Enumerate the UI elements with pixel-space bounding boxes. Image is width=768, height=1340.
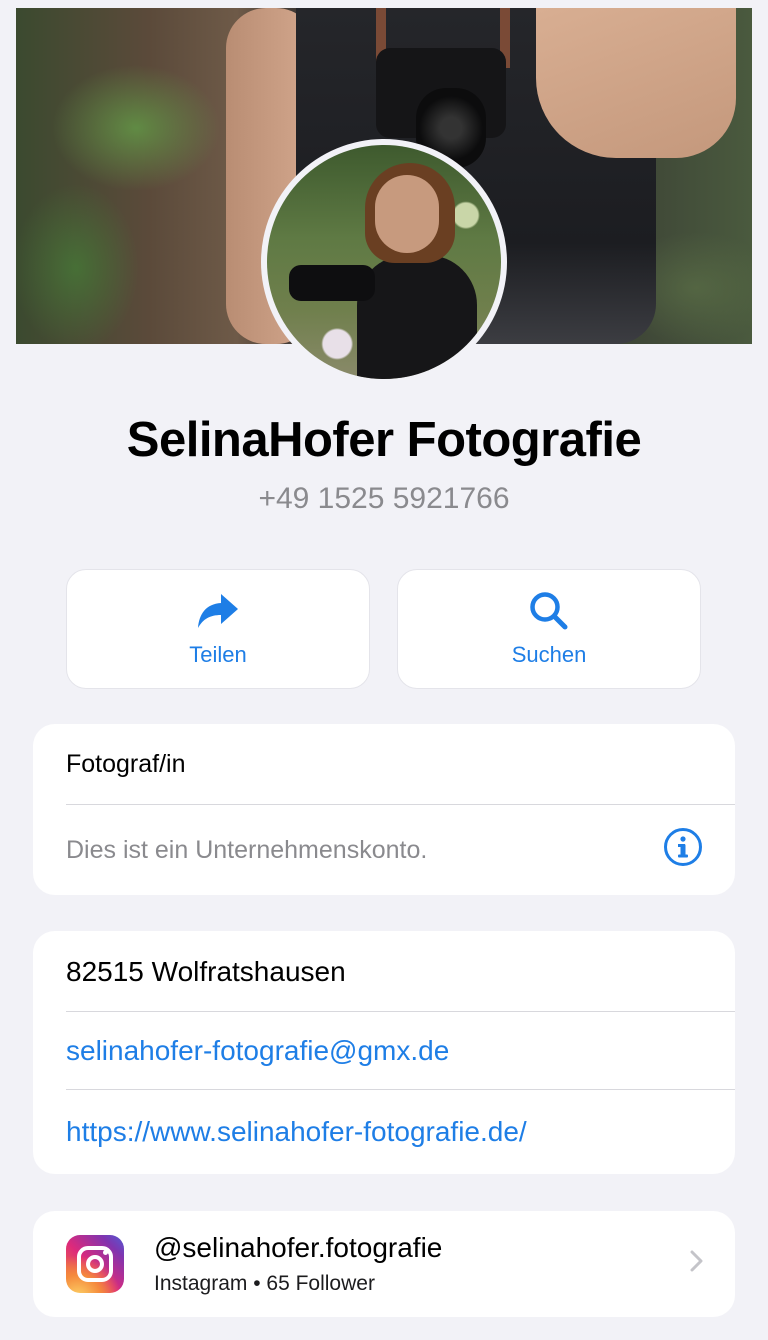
cover-arm-right xyxy=(536,8,736,158)
instagram-row[interactable]: @selinahofer.fotografie Instagram • 65 F… xyxy=(33,1211,735,1317)
address-text: 82515 Wolfratshausen xyxy=(66,955,346,987)
avatar-photo xyxy=(267,145,501,379)
magnifier-icon xyxy=(526,588,572,634)
profile-avatar[interactable] xyxy=(261,139,507,385)
instagram-logo-icon xyxy=(66,1235,124,1293)
email-link-row[interactable]: selinahofer-fotografie@gmx.de xyxy=(33,1012,735,1090)
instagram-handle: @selinahofer.fotografie xyxy=(154,1232,443,1263)
category-text: Fotograf/in xyxy=(66,750,186,778)
website-link[interactable]: https://www.selinahofer-fotografie.de/ xyxy=(66,1116,527,1148)
business-account-note: Dies ist ein Unternehmenskonto. xyxy=(66,835,428,864)
instagram-text: @selinahofer.fotografie Instagram • 65 F… xyxy=(154,1232,689,1296)
instagram-meta: Instagram • 65 Follower xyxy=(154,1272,375,1295)
profile-phone[interactable]: +49 1525 5921766 xyxy=(0,482,768,516)
email-link[interactable]: selinahofer-fotografie@gmx.de xyxy=(66,1035,449,1067)
avatar-person-head xyxy=(375,175,439,253)
share-label: Teilen xyxy=(189,642,247,667)
contact-card: 82515 Wolfratshausen selinahofer-fotogra… xyxy=(33,931,735,1174)
info-circle-icon[interactable] xyxy=(663,827,703,874)
category-card: Fotograf/in Dies ist ein Unternehmenskon… xyxy=(33,724,735,895)
website-link-row[interactable]: https://www.selinahofer-fotografie.de/ xyxy=(33,1090,735,1174)
business-account-row[interactable]: Dies ist ein Unternehmenskonto. xyxy=(33,805,735,895)
share-arrow-icon xyxy=(195,588,241,634)
avatar-camera xyxy=(289,265,375,301)
instagram-card[interactable]: @selinahofer.fotografie Instagram • 65 F… xyxy=(33,1211,735,1317)
search-button[interactable]: Suchen xyxy=(397,569,701,689)
search-label: Suchen xyxy=(511,642,587,667)
address-row[interactable]: 82515 Wolfratshausen xyxy=(33,931,735,1012)
avatar-person-body xyxy=(357,255,477,379)
share-button[interactable]: Teilen xyxy=(66,569,370,689)
chevron-right-icon xyxy=(689,1247,705,1281)
category-row: Fotograf/in xyxy=(33,724,735,805)
profile-name: SelinaHofer Fotografie xyxy=(126,413,642,467)
